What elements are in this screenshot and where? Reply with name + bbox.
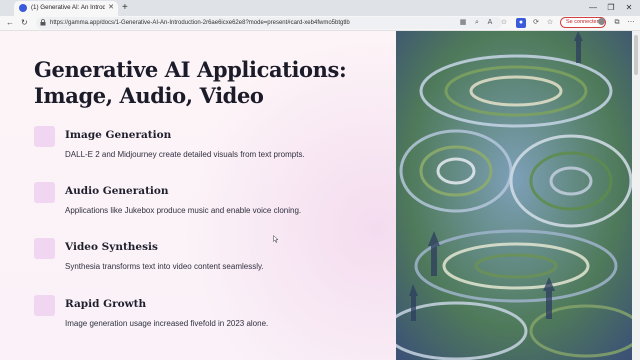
address-bar[interactable]: https://gamma.app/docs/1-Generative-AI-A…	[36, 17, 502, 29]
favorites-icon[interactable]: ☆	[545, 18, 555, 28]
bullet-square	[34, 126, 55, 147]
active-tab[interactable]: (1) Generative AI: An Introductio ✕	[14, 1, 118, 16]
item-description: Image generation usage increased fivefol…	[65, 319, 269, 328]
mouse-cursor-icon	[273, 235, 279, 243]
refresh-sync-icon[interactable]: ⟳	[531, 18, 541, 28]
list-item: Image Generation DALL-E 2 and Midjourney…	[34, 126, 374, 176]
page-content: Generative AI Applications: Image, Audio…	[0, 31, 640, 360]
maximize-button[interactable]: ❐	[604, 1, 618, 15]
slide-title: Generative AI Applications: Image, Audio…	[34, 57, 347, 108]
search-icon[interactable]: ⌕	[472, 18, 482, 28]
item-description: DALL-E 2 and Midjourney create detailed …	[65, 150, 305, 159]
read-aloud-icon[interactable]: A	[485, 18, 495, 28]
list-item: Audio Generation Applications like Jukeb…	[34, 182, 374, 232]
bullet-square	[34, 295, 55, 316]
list-item: Video Synthesis Synthesia transforms tex…	[34, 238, 374, 288]
item-description: Applications like Jukebox produce music …	[65, 206, 302, 215]
tab-strip: (1) Generative AI: An Introductio ✕ + — …	[0, 0, 640, 16]
page-scrollbar[interactable]	[632, 31, 640, 360]
lock-icon	[40, 19, 46, 26]
tab-title: (1) Generative AI: An Introductio	[31, 4, 105, 11]
scrollbar-thumb[interactable]	[634, 35, 638, 75]
list-item: Rapid Growth Image generation usage incr…	[34, 295, 374, 345]
star-icon[interactable]: ☆	[499, 18, 509, 28]
item-title: Rapid Growth	[65, 298, 147, 310]
grid-icon[interactable]: ▦	[458, 18, 468, 28]
gamma-favicon-icon	[19, 4, 27, 12]
bullet-square	[34, 182, 55, 203]
extension-icon[interactable]: ●	[516, 18, 526, 28]
minimize-button[interactable]: —	[586, 1, 600, 15]
url-text: https://gamma.app/docs/1-Generative-AI-A…	[50, 20, 350, 26]
profile-avatar-icon[interactable]	[598, 18, 605, 25]
address-toolbar: ← ↻ https://gamma.app/docs/1-Generative-…	[0, 16, 640, 31]
collections-icon[interactable]: ⧉	[612, 18, 622, 28]
item-description: Synthesia transforms text into video con…	[65, 262, 264, 271]
refresh-icon[interactable]: ↻	[21, 17, 28, 29]
tab-close-icon[interactable]: ✕	[108, 3, 114, 13]
bullet-square	[34, 238, 55, 259]
close-window-button[interactable]: ✕	[622, 1, 636, 15]
slide-text-panel: Generative AI Applications: Image, Audio…	[0, 31, 396, 360]
new-tab-button[interactable]: +	[122, 1, 128, 15]
deep-dream-illustration	[396, 31, 632, 360]
more-icon[interactable]: ⋯	[626, 18, 636, 28]
item-title: Image Generation	[65, 129, 172, 141]
item-title: Audio Generation	[65, 185, 169, 197]
back-arrow-icon[interactable]: ←	[6, 17, 14, 29]
item-title: Video Synthesis	[65, 241, 158, 253]
